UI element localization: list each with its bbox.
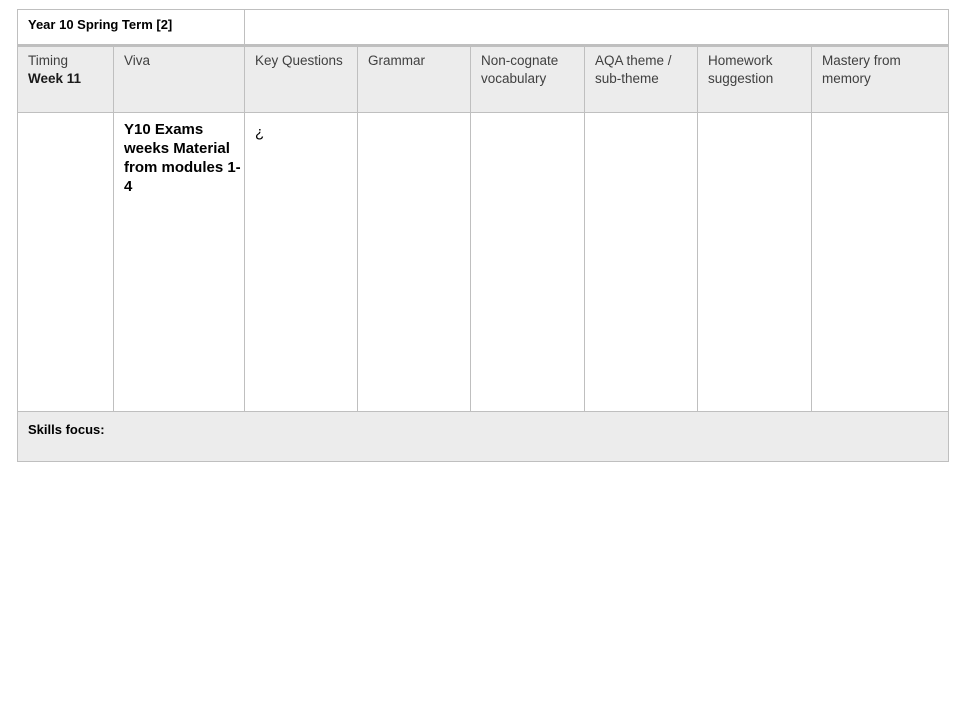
header-aqa-theme: AQA theme / sub-theme xyxy=(584,45,699,113)
header-key-questions: Key Questions xyxy=(244,45,359,113)
header-row: Timing Week 11 Viva Key Questions Gramma… xyxy=(17,45,950,113)
skills-row: Skills focus: xyxy=(16,411,950,462)
term-title: Year 10 Spring Term [2] xyxy=(16,9,246,47)
cell-mastery[interactable] xyxy=(811,112,950,412)
title-row: Year 10 Spring Term [2] xyxy=(16,9,950,47)
cell-homework[interactable] xyxy=(697,112,813,412)
header-mastery: Mastery from memory xyxy=(811,45,950,113)
cell-non-cognate-vocabulary[interactable] xyxy=(470,112,586,412)
cell-key-questions[interactable]: ¿ xyxy=(244,112,359,412)
lesson-plan-table: Year 10 Spring Term [2] Timing Week 11 V… xyxy=(16,9,950,462)
header-non-cognate-vocabulary: Non-cognate vocabulary xyxy=(470,45,586,113)
header-grammar: Grammar xyxy=(357,45,472,113)
header-timing-label: Timing xyxy=(28,53,69,68)
content-row: Y10 Exams weeks Material from modules 1-… xyxy=(17,112,950,412)
skills-focus-label[interactable]: Skills focus: xyxy=(16,411,950,462)
cell-aqa-theme[interactable] xyxy=(584,112,699,412)
cell-grammar[interactable] xyxy=(357,112,472,412)
cell-viva[interactable]: Y10 Exams weeks Material from modules 1-… xyxy=(112,112,246,412)
header-homework: Homework suggestion xyxy=(697,45,813,113)
header-viva: Viva xyxy=(112,45,246,113)
title-blank-cell xyxy=(244,9,950,47)
header-timing-week: Week 11 xyxy=(28,71,82,86)
header-timing: Timing Week 11 xyxy=(17,45,114,113)
cell-timing[interactable] xyxy=(17,112,114,412)
